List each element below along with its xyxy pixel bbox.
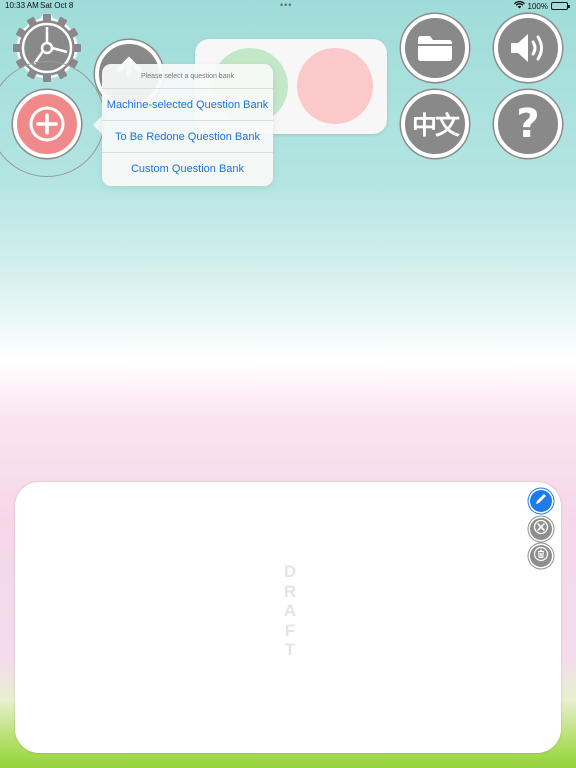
draft-letter: R	[283, 581, 297, 601]
clear-button[interactable]	[530, 518, 552, 540]
folder-button[interactable]	[401, 14, 469, 82]
menu-item-to-be-redone[interactable]: To Be Redone Question Bank	[102, 121, 273, 153]
question-bank-popover: Please select a question bank Machine-se…	[102, 64, 273, 186]
status-time: 10:33 AM	[5, 1, 39, 10]
status-date: Sat Oct 8	[40, 1, 74, 10]
help-button[interactable]: ?	[494, 90, 562, 158]
battery-percent: 100%	[527, 1, 548, 11]
trash-button[interactable]	[530, 545, 552, 567]
add-question-bank-button[interactable]	[13, 90, 81, 158]
battery-icon	[551, 2, 570, 10]
sound-button[interactable]	[494, 14, 562, 82]
draft-watermark: D R A F T	[282, 562, 298, 660]
draft-letter: T	[284, 640, 296, 659]
draft-card[interactable]: D R A F T	[15, 482, 561, 753]
popover-arrow	[93, 116, 102, 134]
menu-item-custom[interactable]: Custom Question Bank	[102, 153, 273, 185]
wifi-icon	[513, 0, 525, 11]
draft-letter: D	[283, 562, 297, 581]
pencil-button[interactable]	[530, 490, 552, 512]
draft-letter: F	[284, 620, 296, 640]
wrong-answer-button[interactable]	[297, 48, 373, 124]
popover-title: Please select a question bank	[102, 64, 273, 89]
multitasking-dots[interactable]: •••	[280, 0, 292, 10]
menu-item-machine-selected[interactable]: Machine-selected Question Bank	[102, 89, 273, 121]
trash-icon	[533, 546, 549, 567]
folder-icon	[416, 33, 454, 63]
chinese-language-icon: 中文	[411, 111, 460, 140]
status-right: 100%	[513, 0, 570, 11]
pencil-icon	[534, 492, 548, 511]
status-bar: 10:33 AM Sat Oct 8 ••• 100%	[0, 0, 576, 12]
question-mark-icon: ?	[516, 101, 540, 147]
language-button[interactable]: 中文	[401, 90, 469, 158]
draft-letter: A	[283, 601, 297, 620]
speaker-icon	[508, 31, 548, 65]
plus-icon	[27, 104, 67, 144]
clear-icon	[533, 519, 549, 540]
